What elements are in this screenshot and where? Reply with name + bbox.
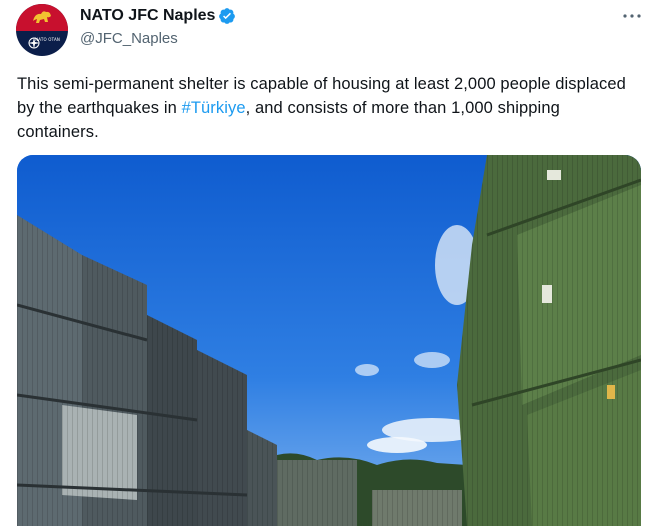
more-options-icon[interactable]	[617, 4, 647, 28]
tweet-card: NATO OTAN NATO JFC Naples @JFC_Naples Th…	[0, 0, 653, 526]
author-display-name[interactable]: NATO JFC Naples	[80, 7, 215, 25]
avatar-caption: NATO OTAN	[35, 37, 61, 42]
lion-emblem-icon	[33, 11, 51, 23]
tweet-photo[interactable]	[17, 155, 641, 526]
container-yard-photo-icon	[17, 155, 641, 526]
nato-compass-icon	[28, 37, 40, 49]
author-name-row: NATO JFC Naples	[80, 7, 236, 25]
hashtag-link[interactable]: #Türkiye	[182, 99, 246, 117]
author-handle[interactable]: @JFC_Naples	[80, 30, 178, 47]
author-avatar[interactable]: NATO OTAN	[16, 4, 68, 56]
tweet-text: This semi-permanent shelter is capable o…	[17, 72, 637, 144]
verified-badge-icon	[219, 8, 236, 24]
